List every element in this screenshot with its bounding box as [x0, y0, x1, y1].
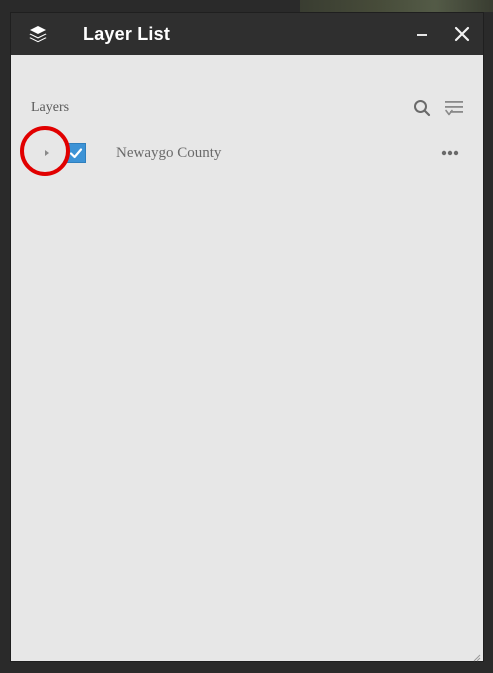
- widget-title: Layer List: [83, 23, 171, 44]
- resize-handle-icon[interactable]: [471, 649, 481, 662]
- app-frame: Layer List Layers Newaygo County: [0, 0, 493, 673]
- filter-list-icon[interactable]: [443, 97, 465, 119]
- layers-label: Layers: [31, 100, 70, 115]
- layers-header: Layers: [31, 95, 465, 121]
- layers-toolbar: [411, 97, 465, 119]
- layer-name: Newaygo County: [116, 144, 222, 161]
- layer-row[interactable]: Newaygo County: [20, 126, 469, 176]
- map-background: [300, 0, 493, 12]
- expand-layer-button[interactable]: [20, 126, 70, 176]
- title-actions: [411, 23, 473, 45]
- check-icon: [69, 148, 83, 159]
- widget-title-bar[interactable]: Layer List: [11, 13, 483, 55]
- layer-visibility-checkbox[interactable]: [66, 143, 86, 163]
- layer-list-widget: Layer List Layers Newaygo County: [10, 12, 484, 662]
- more-options-icon[interactable]: [435, 141, 465, 165]
- close-icon[interactable]: [451, 23, 473, 45]
- minimize-icon[interactable]: [411, 23, 433, 45]
- chevron-right-icon: [42, 148, 52, 158]
- layers-icon: [27, 23, 49, 45]
- search-icon[interactable]: [411, 97, 433, 119]
- widget-content: Layers Newaygo County: [11, 55, 483, 662]
